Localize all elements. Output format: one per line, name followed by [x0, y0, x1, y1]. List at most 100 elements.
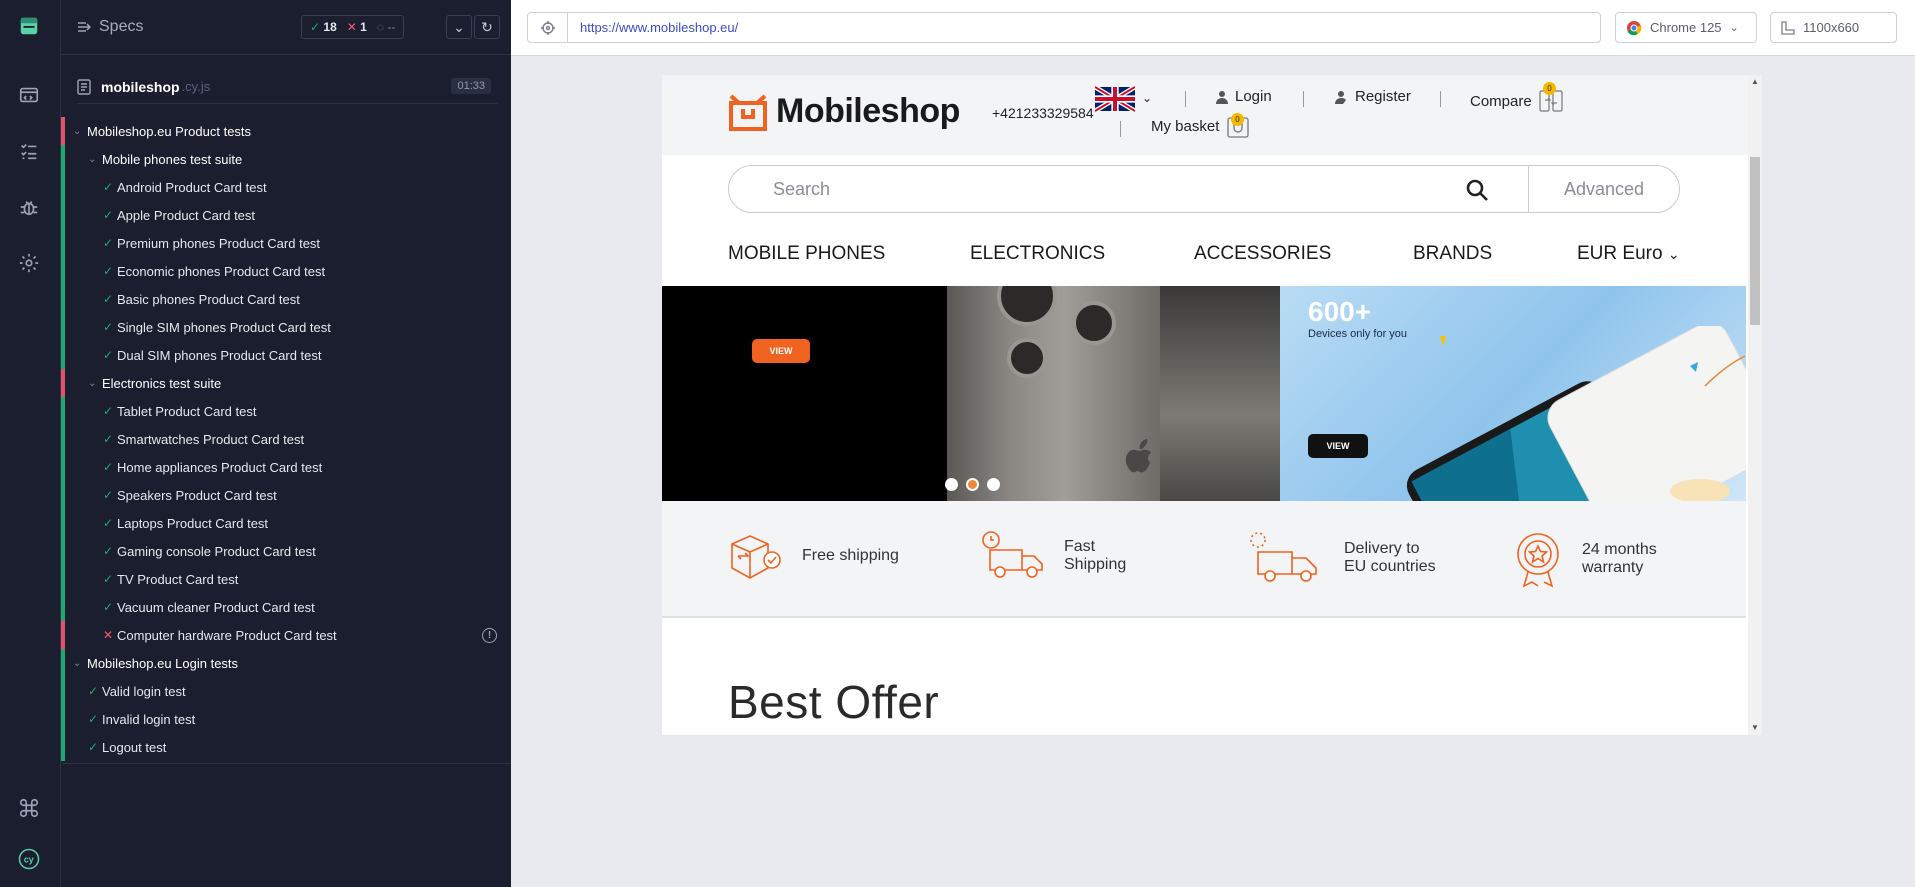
suite-row[interactable]: ⌄ Mobile phones test suite [61, 145, 511, 173]
test-row[interactable]: ✓ Smartwatches Product Card test [61, 425, 511, 453]
check-icon: ✓ [103, 292, 114, 306]
box-check-icon [731, 535, 781, 579]
check-icon: ✓ [103, 320, 114, 334]
test-row[interactable]: ✓ Single SIM phones Product Card test [61, 313, 511, 341]
divider [1120, 121, 1121, 137]
banner-slide-left[interactable]: VIEW [662, 286, 1280, 501]
test-label: Laptops Product Card test [117, 515, 269, 531]
keyboard-shortcuts-icon[interactable] [17, 796, 41, 820]
suite-row[interactable]: ⌄ Electronics test suite [61, 369, 511, 397]
scrollbar-thumb[interactable] [1750, 157, 1760, 325]
test-row[interactable]: ✓ Logout test [61, 733, 511, 761]
language-chevron-icon[interactable]: ⌄ [1142, 91, 1152, 105]
test-row[interactable]: ✓ Speakers Product Card test [61, 481, 511, 509]
specs-title[interactable]: Specs [77, 18, 143, 36]
suite-label: Electronics test suite [102, 375, 222, 391]
uk-flag-icon[interactable] [1093, 84, 1137, 114]
site-logo[interactable]: Mobileshop [728, 92, 960, 131]
menu-accessories[interactable]: ACCESSORIES [1194, 243, 1331, 265]
run-options-button[interactable]: ⌄ [446, 15, 472, 39]
check-icon: ✓ [103, 404, 114, 418]
test-row[interactable]: ✓ Dual SIM phones Product Card test [61, 341, 511, 369]
test-label: Economic phones Product Card test [117, 263, 326, 279]
chevron-down-icon: ⌄ [73, 125, 82, 137]
search-icon[interactable] [1465, 178, 1489, 207]
specs-nav-icon[interactable] [17, 83, 41, 107]
test-row[interactable]: ✓ Vacuum cleaner Product Card test [61, 593, 511, 621]
settings-nav-icon[interactable] [17, 251, 41, 275]
advanced-search-button[interactable]: Advanced [1529, 179, 1679, 200]
scroll-down-arrow[interactable]: ▼ [1751, 723, 1759, 732]
test-row[interactable]: ✓ Laptops Product Card test [61, 509, 511, 537]
scroll-up-arrow[interactable]: ▲ [1751, 77, 1759, 86]
viewport-icon [1781, 20, 1795, 35]
chevron-down-icon: ⌄ [453, 18, 465, 35]
basket-label: My basket [1151, 117, 1220, 135]
menu-brands[interactable]: BRANDS [1413, 243, 1492, 265]
suite-row[interactable]: ⌄ Mobileshop.eu Product tests [61, 117, 511, 145]
pending-count: ◌ -- [376, 20, 396, 34]
banner-headline: 600+ [1308, 296, 1372, 327]
login-link[interactable]: Login [1215, 88, 1272, 105]
passed-count: ✓ 18 [310, 20, 337, 34]
test-row[interactable]: ✓ Tablet Product Card test [61, 397, 511, 425]
rerun-button[interactable]: ↻ [474, 15, 500, 39]
search-input[interactable]: Search [773, 179, 830, 200]
currency-label: EUR Euro [1577, 243, 1663, 264]
carousel-dot[interactable] [987, 478, 1000, 491]
banner-view-button[interactable]: VIEW [752, 339, 810, 363]
test-row[interactable]: ✓ Gaming console Product Card test [61, 537, 511, 565]
menu-mobile-phones[interactable]: MOBILE PHONES [728, 243, 885, 265]
site-top-strip: Mobileshop +421233329584 ⌄ Login Registe… [662, 75, 1762, 155]
register-link[interactable]: Register [1335, 88, 1411, 105]
selector-playground-icon[interactable] [528, 12, 568, 43]
app-logo-icon[interactable] [17, 14, 41, 38]
url-bar[interactable]: https://www.mobileshop.eu/ [527, 12, 1601, 43]
viewport-selector[interactable]: 1100x660 [1770, 12, 1897, 43]
chevron-down-icon: ⌄ [73, 657, 82, 669]
error-info-icon[interactable]: ! [482, 628, 497, 643]
runs-nav-icon[interactable] [17, 139, 41, 163]
cypress-logo-icon[interactable]: cy [14, 844, 44, 874]
banner-view-button-2[interactable]: VIEW [1308, 434, 1368, 458]
frame-scrollbar[interactable]: ▲ ▼ [1748, 75, 1762, 735]
camera-lens [1007, 338, 1047, 378]
divider [1303, 91, 1304, 107]
test-row[interactable]: ✕ Computer hardware Product Card test! [61, 621, 511, 649]
suite-label: Mobileshop.eu Login tests [87, 655, 239, 671]
compare-label: Compare [1470, 92, 1532, 110]
menu-electronics[interactable]: ELECTRONICS [970, 243, 1105, 265]
phone-number[interactable]: +421233329584 [992, 105, 1094, 121]
url-text[interactable]: https://www.mobileshop.eu/ [580, 20, 738, 35]
carousel-dot[interactable] [945, 478, 958, 491]
spec-file-row[interactable]: mobileshop .cy.js 01:33 [77, 70, 497, 104]
test-label: Computer hardware Product Card test [117, 627, 337, 643]
check-icon: ✓ [310, 20, 321, 34]
test-label: Logout test [102, 739, 167, 755]
login-label: Login [1235, 88, 1272, 105]
debug-nav-icon[interactable] [17, 195, 41, 219]
feature-warranty: 24 months warranty [1512, 530, 1657, 588]
test-row[interactable]: ✓ TV Product Card test [61, 565, 511, 593]
test-row[interactable]: ✓ Apple Product Card test [61, 201, 511, 229]
test-row[interactable]: ✓ Android Product Card test [61, 173, 511, 201]
test-row[interactable]: ✓ Valid login test [61, 677, 511, 705]
delivery-truck-icon [1250, 532, 1317, 582]
test-row[interactable]: ✓ Invalid login test [61, 705, 511, 733]
banner-slide-right[interactable]: 600+ Devices only for you VIEW [1280, 286, 1746, 501]
register-user-icon [1335, 90, 1346, 104]
browser-selector[interactable]: Chrome 125 ⌄ [1615, 12, 1757, 43]
hero-banner: VIEW 600+ Devices only for you VIEW [662, 286, 1746, 501]
test-row[interactable]: ✓ Premium phones Product Card test [61, 229, 511, 257]
test-row[interactable]: ✓ Home appliances Product Card test [61, 453, 511, 481]
suite-row[interactable]: ⌄ Mobileshop.eu Login tests [61, 649, 511, 677]
phone-image-fabric [1160, 286, 1280, 501]
spec-file-ext: .cy.js [181, 79, 211, 94]
test-row[interactable]: ✓ Economic phones Product Card test [61, 257, 511, 285]
test-row[interactable]: ✓ Basic phones Product Card test [61, 285, 511, 313]
carousel-dot-active[interactable] [966, 478, 979, 491]
test-label: Basic phones Product Card test [117, 291, 300, 307]
currency-selector[interactable]: EUR Euro ⌄ [1577, 243, 1680, 265]
logo-text: Mobileshop [776, 92, 960, 130]
feature-eu-delivery: Delivery to EU countries [1246, 530, 1436, 586]
